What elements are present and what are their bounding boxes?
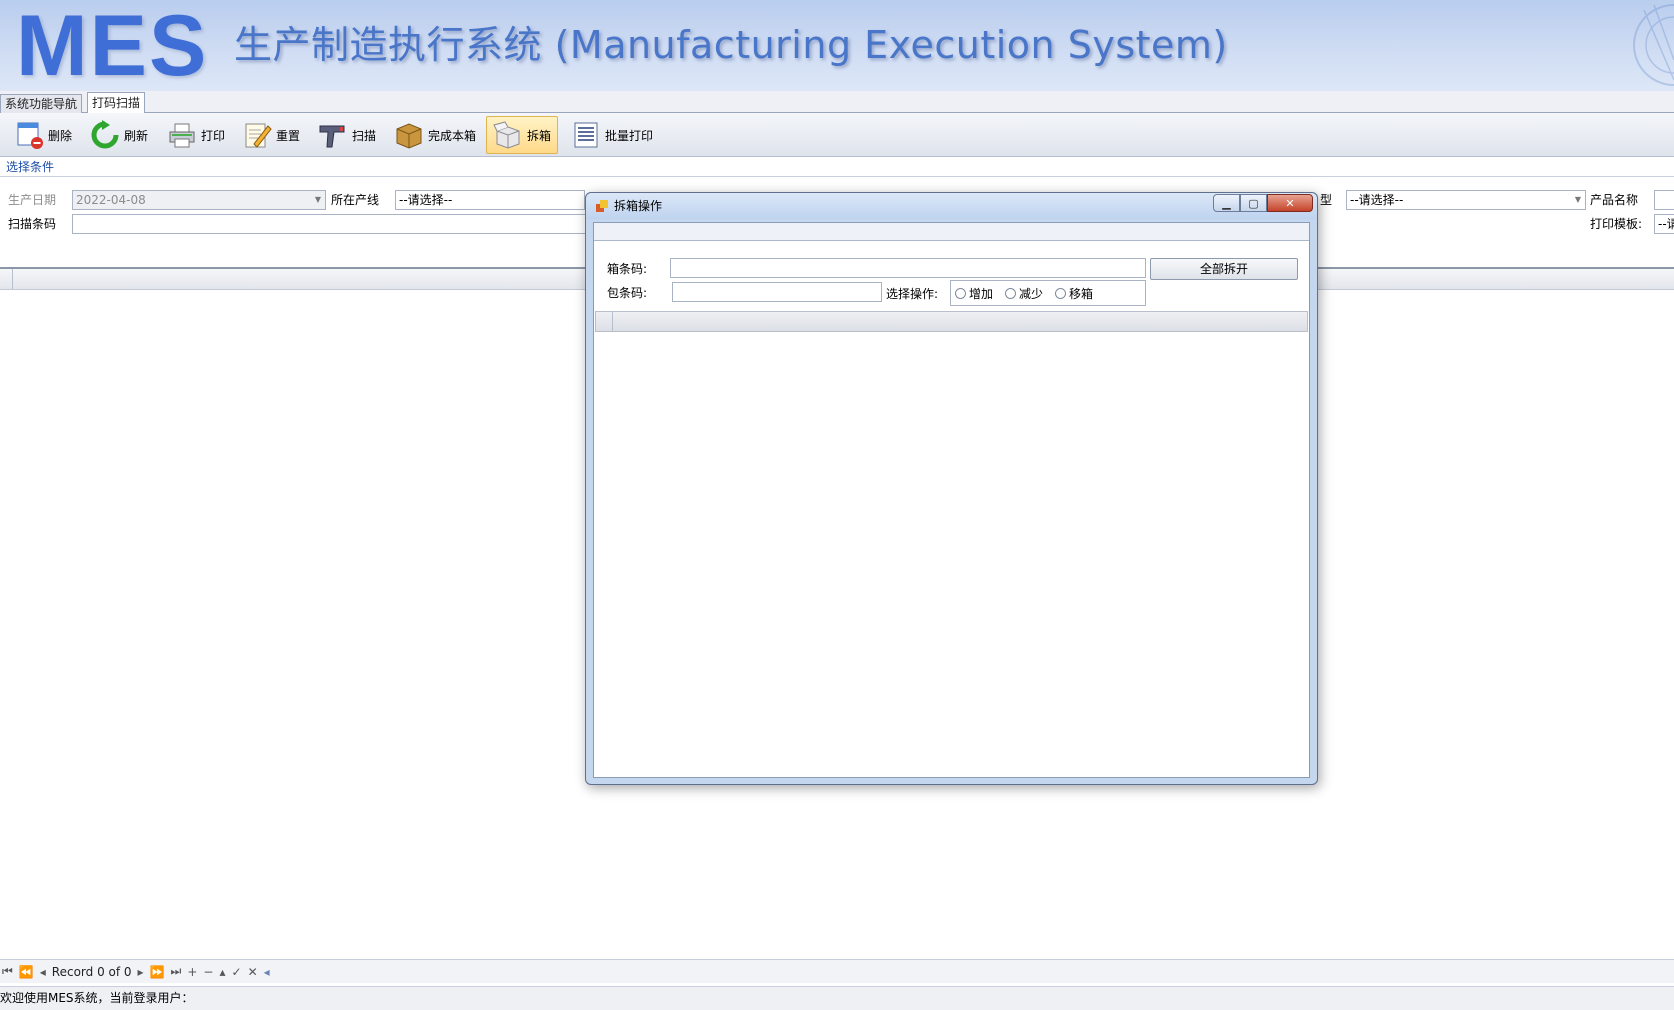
unbox-all-button[interactable]: 全部拆开 [1150, 258, 1298, 280]
unbox-dialog: 拆箱操作 ▁ ▢ ✕ 箱条码: 全部拆开 包条码: 选择操作: 增加 减少 移箱 [585, 192, 1318, 785]
type-select-value: --请选择-- [1350, 193, 1404, 207]
dialog-grid-row-selector[interactable] [596, 312, 613, 331]
print-button[interactable]: 打印 [161, 116, 231, 154]
reset-button[interactable]: 重置 [236, 116, 306, 154]
line-select-value: --请选择-- [399, 193, 453, 207]
maximize-icon: ▢ [1248, 196, 1259, 210]
add-icon[interactable]: + [187, 965, 197, 979]
cancel-icon[interactable]: ✕ [248, 965, 258, 979]
print-template-select[interactable]: --请 [1654, 214, 1674, 234]
radio-move-box-label: 移箱 [1069, 286, 1094, 301]
unbox-button[interactable]: 拆箱 [486, 116, 559, 154]
first-record-icon[interactable]: ⏮ [2, 964, 13, 979]
box-code-input[interactable] [670, 258, 1146, 278]
window-controls: ▁ ▢ ✕ [1213, 194, 1313, 212]
next-record-icon[interactable]: ▸ [138, 965, 144, 979]
barcode-scanner-icon [318, 120, 348, 150]
scan-button[interactable]: 扫描 [312, 116, 382, 154]
app-title: 生产制造执行系统 (Manufacturing Execution System… [234, 23, 1228, 67]
printer-icon [167, 120, 197, 150]
product-name-field[interactable] [1654, 190, 1674, 210]
package-icon [394, 120, 424, 150]
last-record-icon[interactable]: ⏭ [171, 964, 182, 979]
app-logo: MES [16, 0, 209, 91]
up-icon[interactable]: ▴ [219, 965, 225, 979]
box-code-label: 箱条码: [607, 262, 648, 276]
radio-reduce-label: 减少 [1019, 286, 1044, 301]
minimize-icon: ▁ [1222, 196, 1231, 210]
radio-add-circle [955, 287, 966, 299]
type-select[interactable]: --请选择-- ▼ [1346, 190, 1586, 210]
tab-function-nav[interactable]: 系统功能导航 [0, 94, 83, 114]
unbox-label: 拆箱 [527, 128, 552, 143]
scan-code-input[interactable] [72, 214, 592, 234]
prod-date-label: 生产日期 [8, 193, 57, 207]
conditions-header: 选择条件 [0, 158, 1674, 177]
refresh-icon [90, 120, 120, 150]
type-label: 型 [1320, 193, 1333, 207]
tab-strip: 系统功能导航 打码扫描 [0, 91, 1674, 114]
pack-code-label: 包条码: [607, 286, 648, 300]
line-select[interactable]: --请选择-- [395, 190, 585, 210]
chevron-down-icon[interactable]: ▼ [315, 191, 321, 209]
scroll-left-icon[interactable]: ◂ [264, 965, 270, 979]
chevron-down-icon[interactable]: ▼ [1575, 191, 1581, 209]
scan-label: 扫描 [352, 128, 377, 143]
dialog-body: 箱条码: 全部拆开 包条码: 选择操作: 增加 减少 移箱 [593, 222, 1310, 778]
product-name-label: 产品名称 [1590, 193, 1639, 207]
operation-radio-group: 增加 减少 移箱 [950, 280, 1146, 306]
refresh-label: 刷新 [124, 128, 149, 143]
batch-print-button[interactable]: 批量打印 [565, 116, 659, 154]
complete-box-label: 完成本箱 [428, 128, 477, 143]
list-document-icon [571, 120, 601, 150]
print-label: 打印 [201, 128, 226, 143]
refresh-button[interactable]: 刷新 [84, 116, 154, 154]
remove-icon[interactable]: − [203, 965, 213, 979]
delete-icon [14, 120, 44, 150]
grid-row-selector[interactable] [0, 269, 13, 289]
reset-label: 重置 [276, 128, 301, 143]
complete-box-button[interactable]: 完成本箱 [388, 116, 482, 154]
prod-date-value: 2022-04-08 [76, 193, 146, 207]
dialog-grid-header [595, 311, 1308, 332]
operation-label: 选择操作: [886, 287, 939, 301]
header-banner: MES 生产制造执行系统 (Manufacturing Execution Sy… [0, 0, 1674, 91]
radio-reduce[interactable]: 减少 [1005, 285, 1043, 302]
prod-date-field[interactable]: 2022-04-08 ▼ [72, 190, 326, 210]
next-page-icon[interactable]: ⏩ [150, 965, 165, 979]
pack-code-input[interactable] [672, 282, 882, 302]
banner-decoration [1633, 4, 1674, 86]
radio-move-box[interactable]: 移箱 [1055, 285, 1093, 302]
radio-add[interactable]: 增加 [955, 285, 993, 302]
open-box-icon [493, 120, 523, 150]
close-button[interactable]: ✕ [1267, 194, 1313, 212]
maximize-button[interactable]: ▢ [1240, 194, 1267, 212]
prev-record-icon[interactable]: ◂ [40, 965, 46, 979]
delete-label: 删除 [48, 128, 73, 143]
print-template-label: 打印模板: [1590, 217, 1643, 231]
batch-print-label: 批量打印 [605, 128, 654, 143]
radio-move-box-circle [1055, 287, 1067, 299]
scan-code-label: 扫描条码 [8, 217, 57, 231]
dialog-top-strip [594, 223, 1309, 241]
print-template-value: --请 [1658, 217, 1674, 231]
close-icon: ✕ [1285, 196, 1295, 210]
toolbar: 删除 刷新 打印 重置 扫描 完成本箱 拆箱 批量打印 [0, 113, 1674, 157]
radio-add-label: 增加 [969, 286, 994, 301]
prev-page-icon[interactable]: ⏪ [19, 965, 34, 979]
line-label: 所在产线 [331, 193, 380, 207]
dialog-title: 拆箱操作 [614, 199, 663, 213]
status-bar: 欢迎使用MES系统，当前登录用户： [0, 986, 1674, 1010]
delete-button[interactable]: 删除 [8, 116, 78, 154]
radio-reduce-circle [1005, 287, 1017, 299]
confirm-icon[interactable]: ✓ [232, 965, 242, 979]
record-counter: Record 0 of 0 [51, 964, 132, 979]
dialog-titlebar[interactable]: 拆箱操作 ▁ ▢ ✕ [586, 193, 1317, 219]
window-icon [596, 200, 608, 212]
tab-scan-print[interactable]: 打码扫描 [87, 92, 146, 114]
record-navigator: ⏮ ⏪ ◂ Record 0 of 0 ▸ ⏩ ⏭ + − ▴ ✓ ✕ ◂ [0, 959, 1674, 983]
notepad-pencil-icon [242, 120, 272, 150]
minimize-button[interactable]: ▁ [1213, 194, 1240, 212]
